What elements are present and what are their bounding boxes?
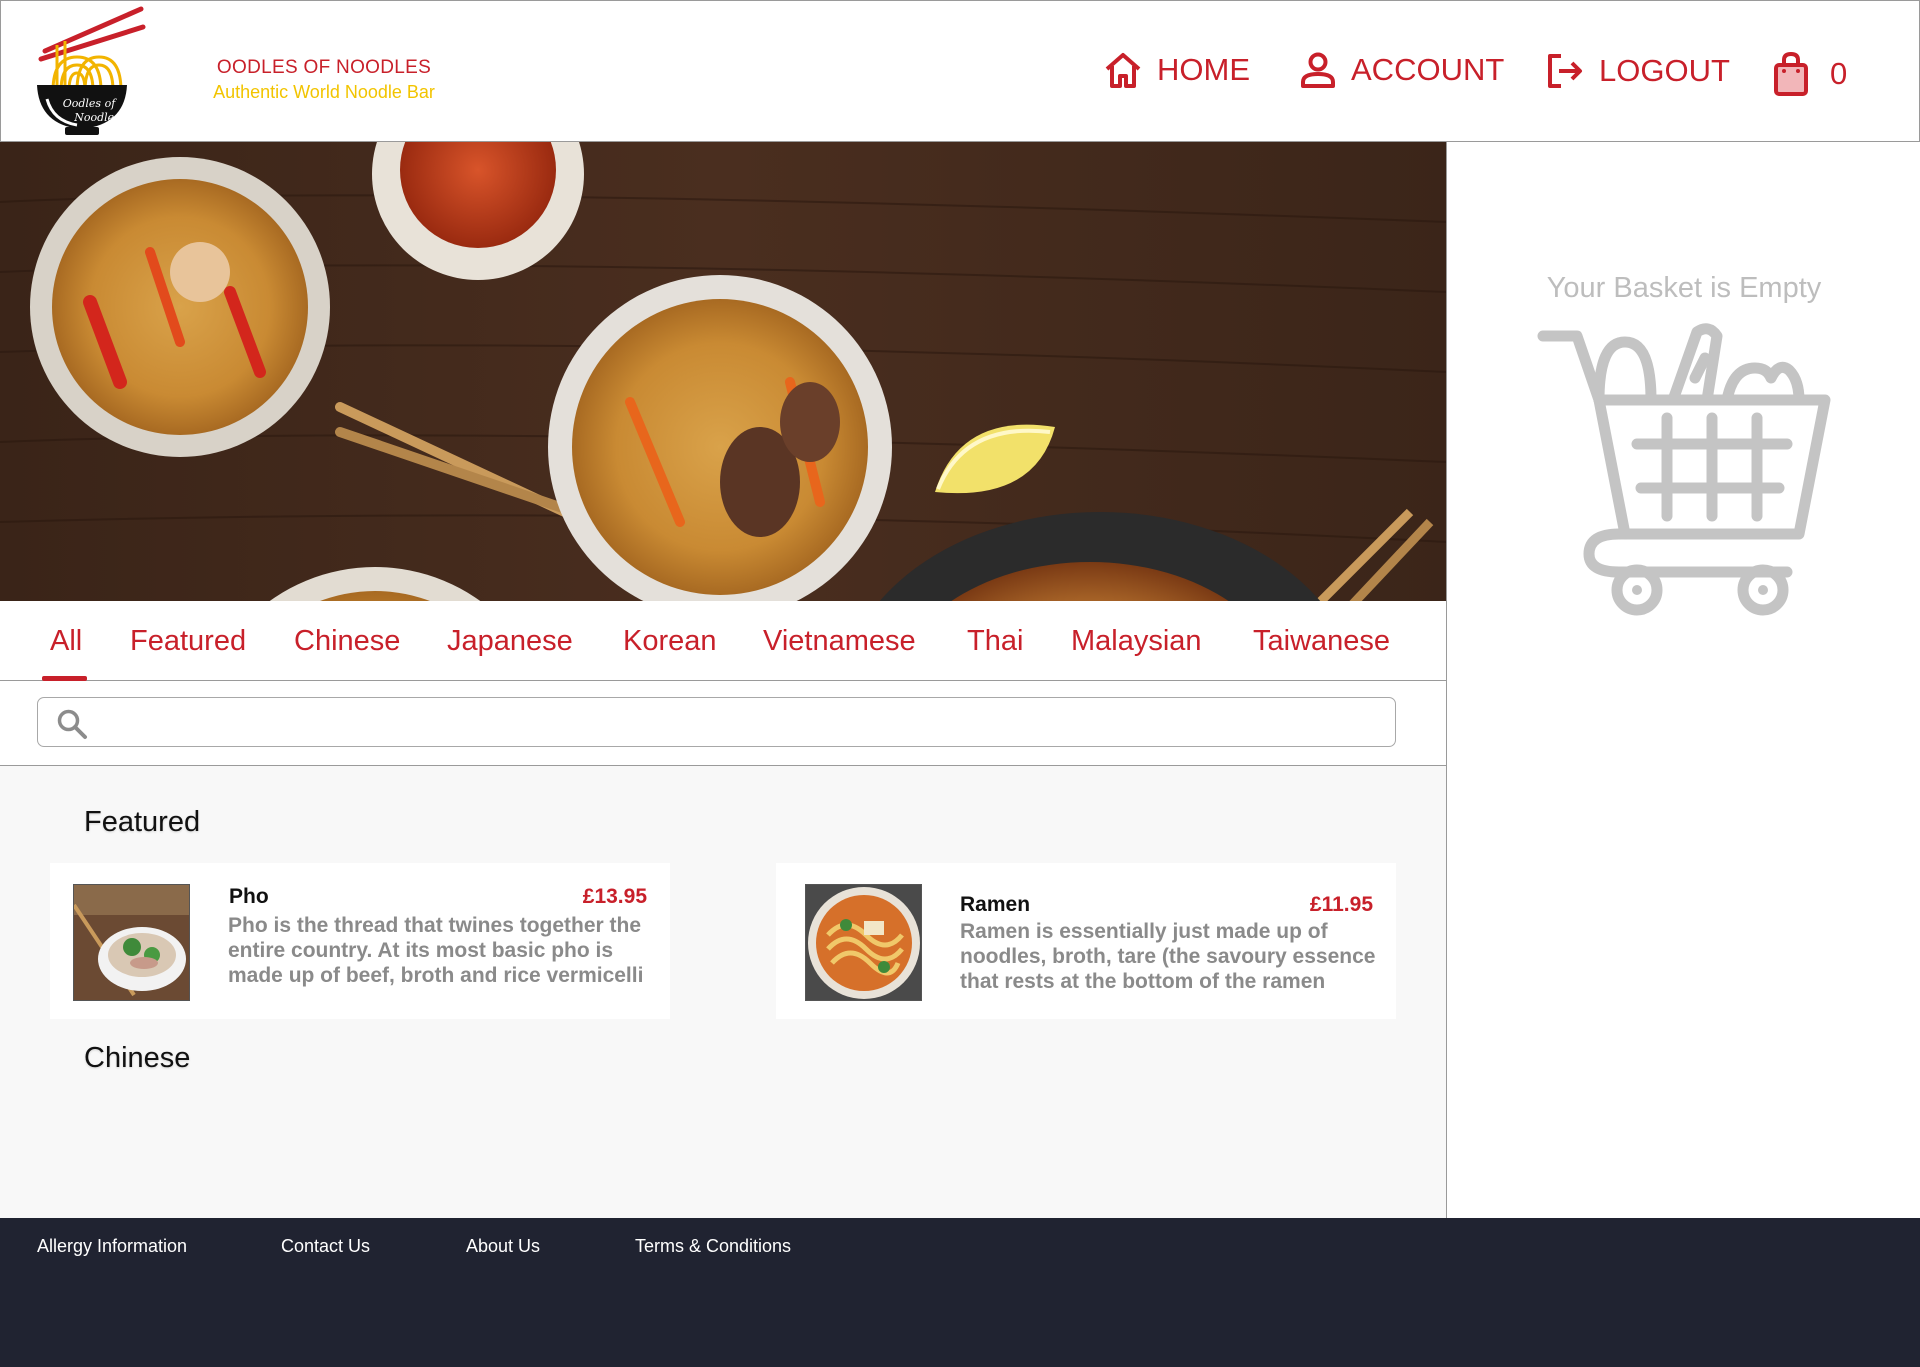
search-icon[interactable]	[56, 708, 88, 740]
brand: OODLES OF NOODLES Authentic World Noodle…	[199, 57, 449, 103]
pho-thumbnail	[73, 884, 190, 1001]
menu-item-price: £11.95	[1309, 893, 1373, 916]
hero-image	[0, 142, 1446, 601]
shopping-bag-icon	[1774, 51, 1808, 96]
menu-item-card-ramen[interactable]: Ramen £11.95 Ramen is essentially just m…	[776, 863, 1396, 1019]
logo[interactable]: Oodles of Noodles	[31, 5, 147, 139]
search-input[interactable]	[98, 704, 1378, 740]
home-icon	[1105, 53, 1141, 88]
hero-banner	[0, 142, 1446, 601]
category-tabs: All Featured Chinese Japanese Korean Vie…	[0, 601, 1446, 681]
nav-home-link[interactable]: HOME	[1103, 51, 1250, 89]
footer-link-contact[interactable]: Contact Us	[281, 1236, 370, 1257]
footer-link-allergy[interactable]: Allergy Information	[37, 1236, 187, 1257]
tab-all[interactable]: All	[50, 625, 82, 658]
tab-japanese[interactable]: Japanese	[447, 625, 573, 658]
pho-image	[74, 885, 189, 1000]
nav-cart-link[interactable]: 0	[1772, 51, 1847, 97]
nav-home-label: HOME	[1157, 52, 1250, 87]
svg-text:Oodles of: Oodles of	[63, 97, 117, 110]
logo-image: Oodles of Noodles	[37, 6, 146, 135]
ramen-image	[806, 885, 921, 1000]
menu-item-name: Pho	[229, 885, 269, 908]
tab-malaysian[interactable]: Malaysian	[1071, 625, 1202, 658]
site-footer: Allergy Information Contact Us About Us …	[0, 1218, 1920, 1367]
section-title-featured: Featured	[84, 806, 201, 838]
noodle-bowl-icon	[30, 157, 330, 457]
footer-link-about[interactable]: About Us	[466, 1236, 540, 1257]
account-icon	[1301, 52, 1335, 88]
tab-korean[interactable]: Korean	[623, 625, 717, 658]
menu-item-name: Ramen	[960, 893, 1031, 916]
nav-account-link[interactable]: ACCOUNT	[1299, 51, 1504, 89]
logout-icon	[1548, 54, 1582, 88]
nav-logout-label: LOGOUT	[1599, 53, 1730, 88]
menu-item-card-pho[interactable]: Pho £13.95 Pho is the thread that twines…	[50, 863, 670, 1019]
tab-taiwanese[interactable]: Taiwanese	[1253, 625, 1390, 658]
tab-thai[interactable]: Thai	[967, 625, 1023, 658]
menu-item-description: Ramen is essentially just made up of noo…	[960, 920, 1376, 993]
footer-link-terms[interactable]: Terms & Conditions	[635, 1236, 791, 1257]
menu-area: Featured Pho £13.95 Pho is the thread th…	[0, 766, 1446, 1218]
tab-featured[interactable]: Featured	[130, 625, 246, 658]
basket-panel: Your Basket is Empty	[1446, 142, 1920, 1218]
menu-item-price: £13.95	[582, 885, 647, 908]
cart-count: 0	[1830, 56, 1848, 91]
ramen-thumbnail	[805, 884, 922, 1001]
brand-name: OODLES OF NOODLES	[216, 57, 432, 78]
basket-empty-message: Your Basket is Empty	[1546, 272, 1822, 304]
tab-chinese[interactable]: Chinese	[294, 625, 400, 658]
tab-vietnamese[interactable]: Vietnamese	[763, 625, 916, 658]
search-box[interactable]	[37, 697, 1396, 747]
section-title-chinese: Chinese	[84, 1042, 191, 1074]
brand-tagline: Authentic World Noodle Bar	[213, 82, 435, 102]
nav-logout-link[interactable]: LOGOUT	[1545, 51, 1730, 91]
svg-text:Noodles: Noodles	[73, 111, 120, 124]
site-header: Oodles of Noodles OODLES OF NOODLES Auth…	[0, 0, 1920, 142]
menu-item-description: Pho is the thread that twines together t…	[228, 914, 644, 987]
search-row	[0, 681, 1446, 766]
shopping-cart-icon	[1537, 323, 1831, 616]
nav-account-label: ACCOUNT	[1351, 52, 1505, 87]
